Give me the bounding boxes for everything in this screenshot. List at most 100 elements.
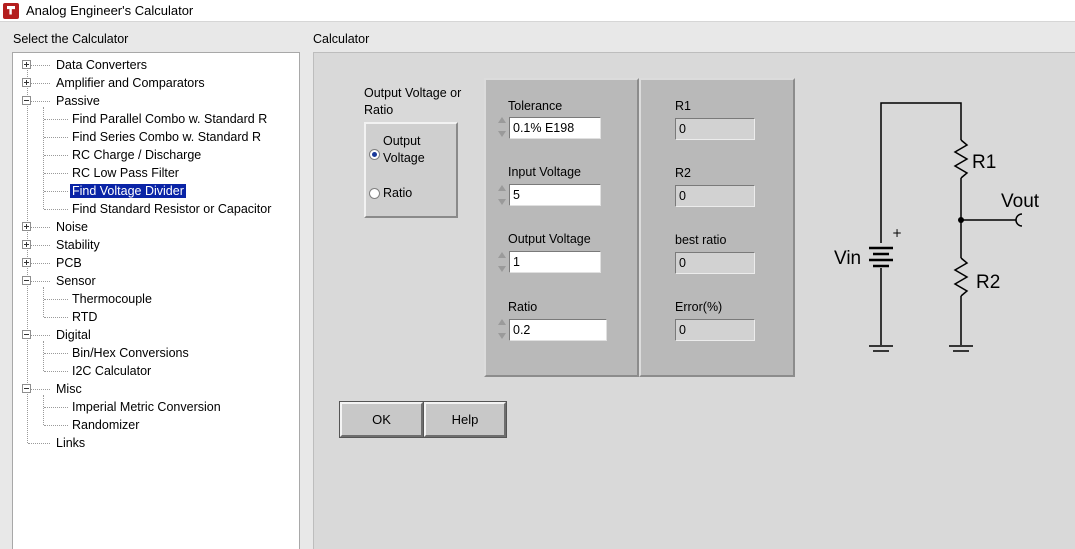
tree-guide-line [44,425,68,426]
battery-plus-label: + [892,226,902,240]
tree-guide-line [44,371,68,372]
collapse-minus-icon[interactable] [22,384,31,393]
tree-item-label: Misc [56,382,82,396]
r1-output-label: R1 [675,99,691,113]
error-output-label: Error(%) [675,300,723,314]
tree-item-label: Data Converters [56,58,148,72]
tree-item[interactable]: RC Low Pass Filter [70,165,181,181]
tree-guide-line [44,317,68,318]
tree-category[interactable]: Amplifier and Comparators [54,75,207,91]
r2-output-field: 0 [675,185,755,207]
ratio-radio[interactable] [369,188,380,199]
collapse-minus-icon[interactable] [22,276,31,285]
tree-category[interactable]: Links [54,435,87,451]
calculator-panel-label: Calculator [313,32,370,46]
tree-category[interactable]: Digital [54,327,93,343]
r2-output-label: R2 [675,166,691,180]
tree-item[interactable]: Bin/Hex Conversions [70,345,191,361]
best-ratio-output-field: 0 [675,252,755,274]
expand-plus-icon[interactable] [22,258,31,267]
tree-category[interactable]: Passive [54,93,102,109]
ti-logo-icon [3,2,19,19]
input-voltage-spinner-icon[interactable] [497,182,507,208]
tree-item[interactable]: RTD [70,309,99,325]
tree-item[interactable]: Thermocouple [70,291,154,307]
tree-item-label: Bin/Hex Conversions [72,346,189,360]
tree-category[interactable]: Stability [54,237,102,253]
tree-item-label: Sensor [56,274,96,288]
junction-dot-icon [958,217,964,223]
vout-label: Vout [1001,191,1040,212]
tree-item[interactable]: Randomizer [70,417,141,433]
tree-category[interactable]: PCB [54,255,84,271]
tree-item-label: RTD [72,310,98,324]
tree-guide-line [44,173,68,174]
tree-item-label: Imperial Metric Conversion [72,400,221,414]
tolerance-spinner-icon[interactable] [497,114,507,140]
output-voltage-spinner-icon[interactable] [497,249,507,275]
input-voltage-field[interactable] [509,184,601,206]
best-ratio-output-label: best ratio [675,233,727,247]
collapse-minus-icon[interactable] [22,96,31,105]
tree-item-label: Amplifier and Comparators [56,76,205,90]
output-voltage-radio-label[interactable]: Output Voltage [383,133,443,167]
tree-item[interactable]: Find Parallel Combo w. Standard R [70,111,269,127]
tree-item-label: Links [56,436,86,450]
tree-item[interactable]: Find Standard Resistor or Capacitor [70,201,273,217]
tree-guide-line [28,65,50,66]
output-voltage-field[interactable] [509,251,601,273]
tree-guide-line [44,191,68,192]
tree-item-label: RC Low Pass Filter [72,166,179,180]
error-output-field: 0 [675,319,755,341]
tree-guide-line [28,227,50,228]
tree-item-label: Find Parallel Combo w. Standard R [72,112,268,126]
mode-group-label: Output Voltage or Ratio [364,86,462,117]
tree-item-label: Find Standard Resistor or Capacitor [72,202,272,216]
tree-item-label: Passive [56,94,100,108]
tree-item-label: Find Voltage Divider [69,183,187,199]
tolerance-label: Tolerance [508,99,563,113]
tree-item[interactable]: Imperial Metric Conversion [70,399,223,415]
tree-category[interactable]: Sensor [54,273,98,289]
tolerance-field[interactable] [509,117,601,139]
tree-category[interactable]: Noise [54,219,90,235]
tree-guide-line [44,353,68,354]
tree-item[interactable]: I2C Calculator [70,363,153,379]
tree-guide-line [44,137,68,138]
expand-plus-icon[interactable] [22,222,31,231]
tree-guide-line [44,299,68,300]
tree-item[interactable]: Find Voltage Divider [69,183,187,199]
tree-guide-line [43,341,44,371]
expand-plus-icon[interactable] [22,78,31,87]
voltage-divider-schematic: + Vin R1 R2 Vout [834,102,1040,352]
tree-item-label: I2C Calculator [72,364,152,378]
tree-guide-line [28,101,50,102]
tree-guide-line [28,335,50,336]
tree-item-label: Stability [56,238,100,252]
tree-item[interactable]: RC Charge / Discharge [70,147,203,163]
ratio-spinner-icon[interactable] [497,316,507,342]
tree-item-label: Noise [56,220,88,234]
left-panel-label: Select the Calculator [13,32,129,46]
expand-plus-icon[interactable] [22,240,31,249]
ratio-radio-label[interactable]: Ratio [383,185,412,202]
tree-item[interactable]: Find Series Combo w. Standard R [70,129,263,145]
vin-label: Vin [834,248,861,269]
tree-category[interactable]: Data Converters [54,57,149,73]
ratio-label: Ratio [508,300,538,314]
tree-guide-line [43,395,44,425]
tree-item-label: Find Series Combo w. Standard R [72,130,261,144]
r1-output-field: 0 [675,118,755,140]
tree-guide-line [44,407,68,408]
ok-button[interactable]: OK [339,401,424,438]
calculator-tree[interactable]: Data Converters Amplifier and Comparators… [12,52,300,549]
tree-guide-line [43,287,44,317]
window-title: Analog Engineer's Calculator [26,3,194,18]
ratio-field[interactable] [509,319,607,341]
expand-plus-icon[interactable] [22,60,31,69]
collapse-minus-icon[interactable] [22,330,31,339]
tree-category[interactable]: Misc [54,381,84,397]
help-button[interactable]: Help [423,401,507,438]
tree-guide-line [44,119,68,120]
output-voltage-radio[interactable] [369,149,380,160]
